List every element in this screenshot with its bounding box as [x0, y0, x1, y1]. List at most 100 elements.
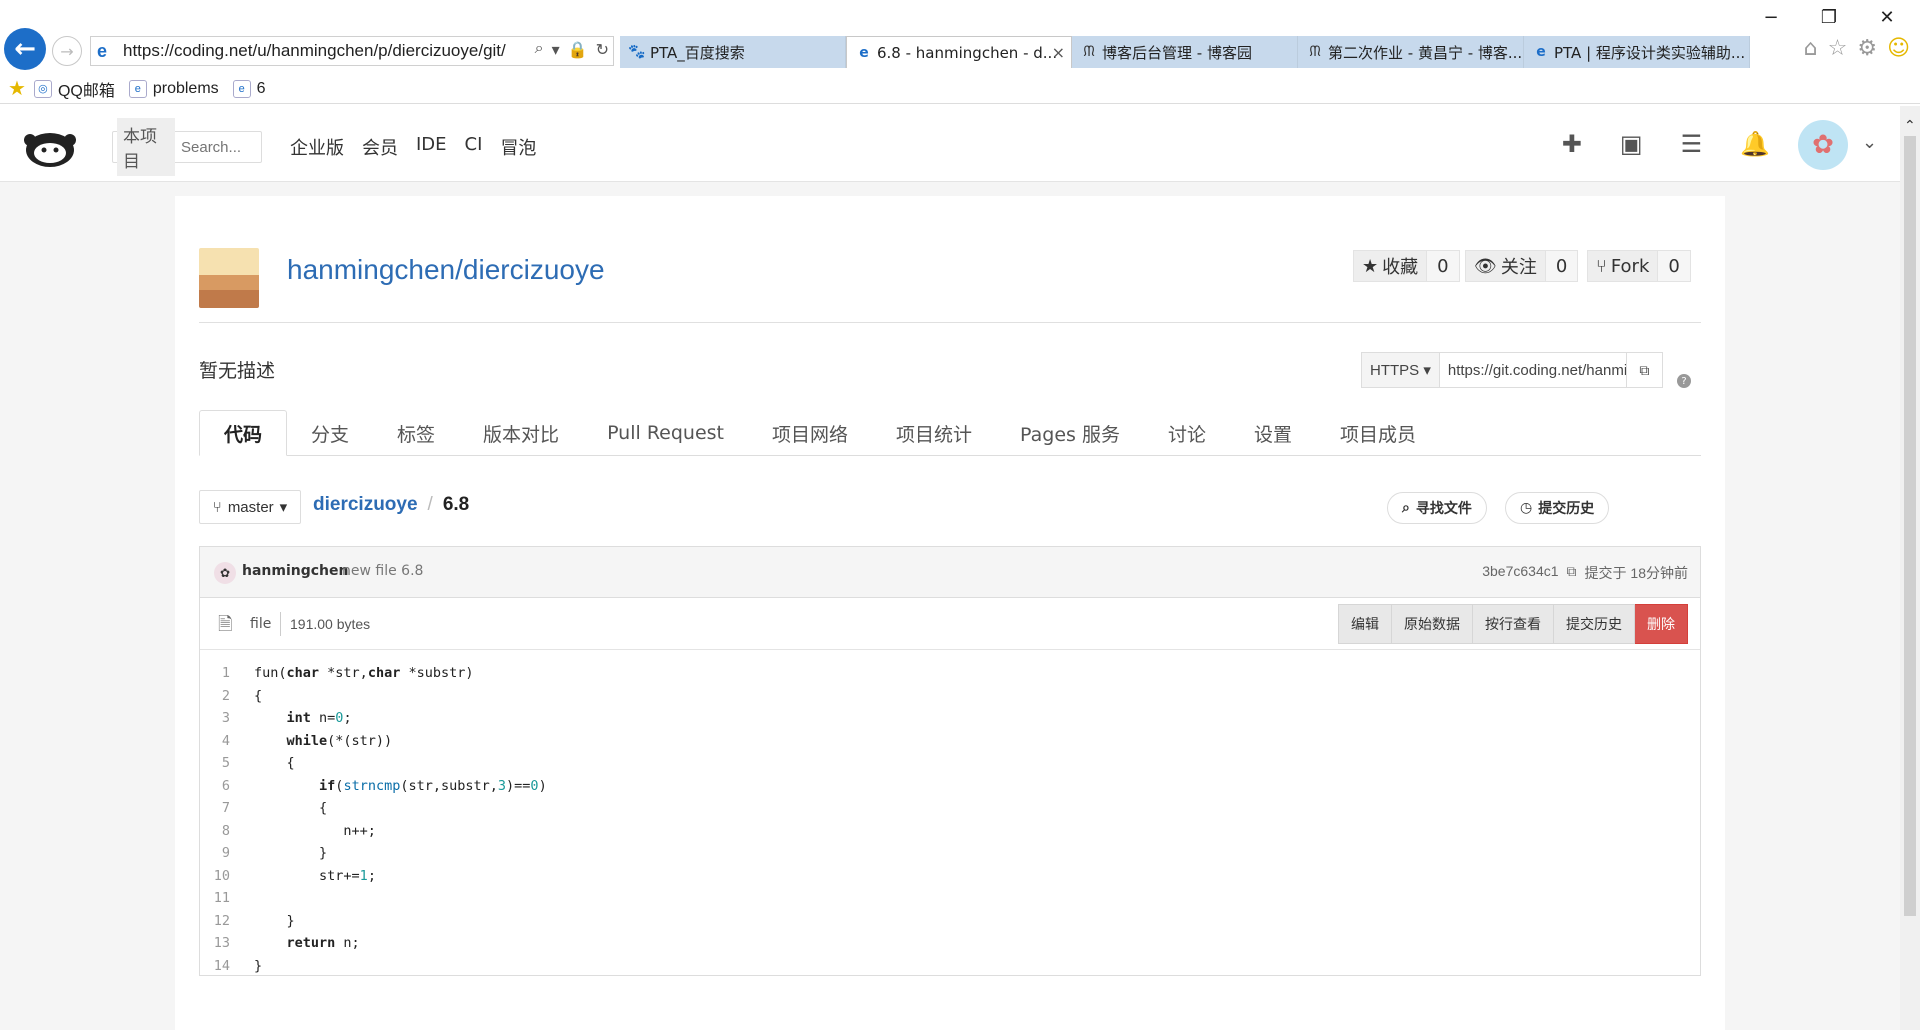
nav-ci[interactable]: CI [465, 134, 483, 160]
dropdown-icon[interactable]: ▾ [552, 40, 560, 60]
commit-avatar[interactable]: ✿ [214, 562, 236, 584]
line-number[interactable]: 10 [200, 868, 230, 884]
forward-button[interactable]: → [52, 36, 82, 66]
breadcrumb-file: 6.8 [442, 494, 470, 515]
line-content: int n=0; [286, 710, 352, 727]
line-number[interactable]: 12 [200, 913, 230, 929]
watch-label: 关注 [1500, 257, 1537, 278]
breadcrumb-repo[interactable]: diercizuoye [313, 494, 418, 516]
help-icon[interactable]: ? [1677, 374, 1691, 388]
scroll-up-icon[interactable]: ⌃ [1904, 118, 1916, 134]
close-window-button[interactable]: ✕ [1864, 4, 1910, 30]
find-file-button[interactable]: ⌕ 寻找文件 [1387, 492, 1487, 524]
commit-author[interactable]: hanmingchen [242, 563, 348, 579]
nav-ide[interactable]: IDE [416, 134, 447, 160]
line-number[interactable]: 2 [200, 688, 230, 704]
minimize-button[interactable]: − [1748, 4, 1794, 30]
home-icon[interactable]: ⌂ [1804, 36, 1818, 61]
project-title[interactable]: hanmingchen/diercizuoye [287, 254, 605, 286]
commit-hash[interactable]: 3be7c634c1 [1482, 563, 1558, 583]
favorites-star-icon[interactable]: ☆ [1828, 36, 1848, 61]
browser-tab-0[interactable]: 🐾 PTA_百度搜索 [620, 36, 846, 68]
plus-icon[interactable]: ✚ [1562, 130, 1582, 158]
tab-close-icon[interactable]: × [1052, 43, 1065, 62]
star-group[interactable]: ★ 收藏 0 [1353, 250, 1460, 282]
tab-discussion[interactable]: 讨论 [1144, 410, 1230, 456]
add-favorite-icon[interactable]: ★ [8, 76, 26, 101]
browser-tab-1[interactable]: e 6.8 - hanmingchen - d... × [846, 36, 1072, 68]
browser-tools: ⌂ ☆ ⚙ ☺ [1804, 36, 1910, 61]
favorite-problems[interactable]: e problems [128, 79, 219, 98]
scroll-thumb[interactable] [1904, 136, 1916, 916]
tab-tags[interactable]: 标签 [373, 410, 459, 456]
branch-selector[interactable]: ⑂ master ▾ [199, 490, 301, 524]
raw-button[interactable]: 原始数据 [1392, 604, 1473, 644]
line-content: return n; [286, 935, 360, 952]
tab-pages[interactable]: Pages 服务 [996, 410, 1144, 456]
address-bar[interactable]: e https://coding.net/u/hanmingchen/p/die… [90, 36, 614, 66]
search-icon[interactable]: ⌕ [535, 40, 544, 60]
history-button[interactable]: 提交历史 [1554, 604, 1635, 644]
line-number[interactable]: 14 [200, 958, 230, 974]
refresh-icon[interactable]: ↻ [596, 40, 609, 60]
search-box[interactable]: 本项目 [112, 118, 262, 176]
watch-group[interactable]: 👁 关注 0 [1465, 250, 1579, 282]
line-number[interactable]: 1 [200, 665, 230, 681]
clone-protocol-select[interactable]: HTTPS ▾ [1362, 353, 1440, 387]
copy-icon[interactable]: ⧉ [1625, 353, 1662, 387]
chevron-down-icon[interactable]: ⌄ [1862, 132, 1877, 153]
clone-url-input[interactable]: https://git.coding.net/hanmingchen/dierc… [1440, 353, 1626, 387]
favorite-qqmail[interactable]: ◎ QQ邮箱 [33, 77, 115, 101]
terminal-folder-icon[interactable]: ▣ [1620, 130, 1643, 158]
line-number[interactable]: 6 [200, 778, 230, 794]
watch-button[interactable]: 👁 关注 [1465, 250, 1546, 282]
file-header: 🗎 file 191.00 bytes 编辑 原始数据 按行查看 提交历史 删除 [200, 598, 1700, 650]
delete-button[interactable]: 删除 [1635, 604, 1688, 644]
line-number[interactable]: 3 [200, 710, 230, 726]
line-number[interactable]: 7 [200, 800, 230, 816]
user-avatar[interactable]: ✿ [1798, 120, 1848, 170]
star-button[interactable]: ★ 收藏 [1353, 250, 1428, 282]
copy-icon[interactable]: ⧉ [1567, 563, 1577, 583]
server-icon[interactable]: ☰ [1681, 130, 1703, 158]
favorite-6[interactable]: e 6 [232, 79, 266, 98]
fork-group[interactable]: ⑂ Fork 0 [1587, 250, 1691, 282]
line-content: str+=1; [254, 867, 376, 884]
line-number[interactable]: 11 [200, 890, 230, 906]
nav-bubble[interactable]: 冒泡 [500, 134, 536, 160]
maximize-button[interactable]: ❐ [1806, 4, 1852, 30]
search-scope[interactable]: 本项目 [117, 118, 175, 176]
blame-button[interactable]: 按行查看 [1473, 604, 1554, 644]
page-scrollbar[interactable]: ⌃ [1900, 106, 1920, 1030]
header-icons: ✚ ▣ ☰ 🔔 [1562, 130, 1770, 158]
code-line: 2{ [200, 685, 1700, 708]
line-number[interactable]: 9 [200, 845, 230, 861]
tab-code[interactable]: 代码 [199, 410, 288, 456]
tab-stats[interactable]: 项目统计 [872, 410, 996, 456]
browser-tab-2[interactable]: ᙏ 博客后台管理 - 博客园 [1072, 36, 1298, 68]
search-input[interactable] [181, 138, 261, 156]
edit-button[interactable]: 编辑 [1338, 604, 1392, 644]
tab-settings[interactable]: 设置 [1230, 410, 1316, 456]
commit-history-button[interactable]: ◷ 提交历史 [1505, 492, 1610, 524]
tab-pull-request[interactable]: Pull Request [583, 410, 748, 456]
browser-tab-3[interactable]: ᙏ 第二次作业 - 黄昌宁 - 博客... [1298, 36, 1524, 68]
nav-enterprise[interactable]: 企业版 [290, 134, 344, 160]
line-number[interactable]: 4 [200, 733, 230, 749]
fork-button[interactable]: ⑂ Fork [1587, 250, 1659, 282]
line-number[interactable]: 8 [200, 823, 230, 839]
coding-logo-icon[interactable] [22, 126, 78, 168]
tab-branches[interactable]: 分支 [287, 410, 373, 456]
bell-icon[interactable]: 🔔 [1740, 130, 1770, 158]
settings-gear-icon[interactable]: ⚙ [1857, 36, 1877, 61]
back-button[interactable]: ← [4, 28, 46, 70]
browser-tab-4[interactable]: e PTA | 程序设计类实验辅助... [1524, 36, 1750, 68]
tab-compare[interactable]: 版本对比 [459, 410, 583, 456]
nav-member[interactable]: 会员 [362, 134, 398, 160]
line-number[interactable]: 13 [200, 935, 230, 951]
smiley-icon[interactable]: ☺ [1887, 36, 1910, 61]
line-number[interactable]: 5 [200, 755, 230, 771]
lock-icon[interactable]: 🔒 [568, 40, 588, 60]
tab-members[interactable]: 项目成员 [1316, 410, 1440, 456]
tab-network[interactable]: 项目网络 [748, 410, 872, 456]
